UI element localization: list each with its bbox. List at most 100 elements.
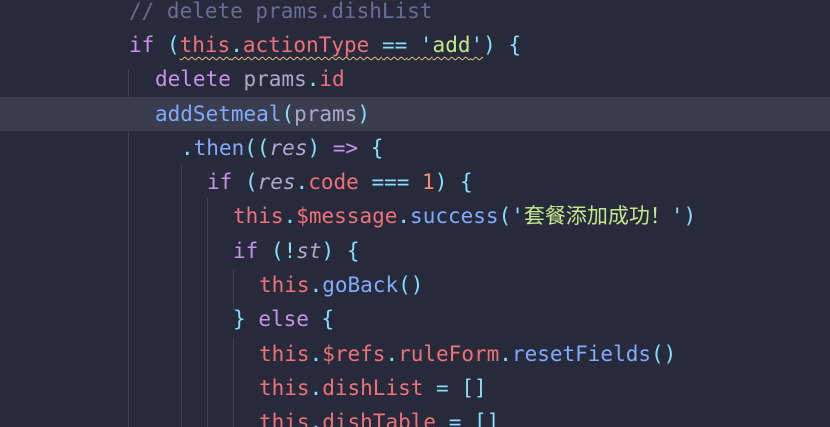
code-token: prams xyxy=(230,67,307,91)
code-token: this xyxy=(233,204,284,228)
code-token: . xyxy=(309,410,323,427)
code-token: this xyxy=(259,376,310,400)
code-line-text: this.dishList = [] xyxy=(259,371,487,405)
code-token: . xyxy=(309,376,323,400)
code-token: ' xyxy=(470,33,484,57)
code-token: success xyxy=(410,204,499,228)
code-line-text: if (this.actionType == 'add') { xyxy=(129,28,521,62)
code-token: add xyxy=(432,33,471,57)
code-token: ( xyxy=(244,170,258,194)
code-token: this xyxy=(179,33,231,57)
code-token: . xyxy=(230,33,243,57)
code-token: res xyxy=(257,170,296,194)
code-token: actionType xyxy=(242,33,370,57)
code-token: // delete prams.dishList xyxy=(129,0,433,23)
code-token: { xyxy=(508,33,522,57)
code-token: (( xyxy=(244,136,270,160)
code-token: delete xyxy=(155,67,231,91)
code-token: ( xyxy=(281,102,295,126)
code-line-text: this.$refs.ruleForm.resetFields() xyxy=(259,337,676,371)
code-token: { xyxy=(321,307,335,331)
code-line[interactable]: if (res.code === 1) { xyxy=(0,165,830,199)
code-token: [] xyxy=(474,410,500,427)
code-token: () xyxy=(398,273,424,297)
code-token: . xyxy=(499,342,512,366)
code-line[interactable]: this.$message.success('套餐添加成功！') xyxy=(0,199,830,233)
code-token: = xyxy=(448,410,462,427)
code-token: ) xyxy=(483,33,496,57)
code-token: this xyxy=(259,273,310,297)
code-token: } xyxy=(233,307,246,331)
code-line[interactable]: } else { xyxy=(0,302,830,336)
code-token: res xyxy=(269,136,308,160)
code-token: ) xyxy=(683,204,697,228)
code-token: . xyxy=(181,136,194,160)
code-token: ) xyxy=(434,170,448,194)
code-token: = xyxy=(436,376,449,400)
code-line-text: // delete prams.dishList xyxy=(129,0,432,28)
code-line[interactable]: this.dishList = [] xyxy=(0,371,830,405)
code-token: else xyxy=(258,307,309,331)
code-token: ( xyxy=(166,33,180,57)
code-token: $refs xyxy=(322,342,386,366)
code-token: == xyxy=(381,33,408,57)
code-line[interactable]: this.$refs.ruleForm.resetFields() xyxy=(0,337,830,371)
code-token: { xyxy=(346,239,360,263)
code-token: if xyxy=(207,170,233,194)
code-editor[interactable]: // delete prams.dishList if (this.actionT… xyxy=(0,0,830,427)
code-line[interactable]: if (!st) { xyxy=(0,234,830,268)
code-line-text: } else { xyxy=(233,302,334,336)
code-token: ( xyxy=(498,204,512,228)
code-line[interactable]: .then((res) => { xyxy=(0,131,830,165)
code-token: . xyxy=(295,170,309,194)
code-token: prams xyxy=(294,102,358,126)
code-token: . xyxy=(309,273,323,297)
code-line-text: this.goBack() xyxy=(259,268,423,302)
code-token: ) xyxy=(321,239,335,263)
code-line[interactable]: if (this.actionType == 'add') { xyxy=(0,28,830,62)
code-line[interactable]: this.goBack() xyxy=(0,268,830,302)
code-line[interactable]: this.dishTable = [] xyxy=(0,405,830,427)
code-line-text: addSetmeal(prams) xyxy=(155,97,370,131)
code-token: === xyxy=(371,170,410,194)
code-token: . xyxy=(385,342,399,366)
code-line-text: if (!st) { xyxy=(233,234,360,268)
code-token: . xyxy=(397,204,411,228)
code-token: then xyxy=(193,136,245,160)
code-line-text: if (res.code === 1) { xyxy=(207,165,473,199)
code-token: resetFields xyxy=(511,342,651,366)
code-token: ' xyxy=(670,204,684,228)
code-token: ' xyxy=(419,33,433,57)
code-token: this xyxy=(259,342,310,366)
code-token: . xyxy=(283,204,297,228)
code-token: ruleForm xyxy=(398,342,500,366)
code-token: () xyxy=(651,342,677,366)
code-token: if xyxy=(129,33,155,57)
code-token: dishList xyxy=(322,376,424,400)
code-token: . xyxy=(306,67,320,91)
code-token: dishTable xyxy=(322,410,437,427)
current-code-line[interactable]: addSetmeal(prams) xyxy=(0,97,830,132)
code-line-text: this.$message.success('套餐添加成功！') xyxy=(233,199,696,233)
code-token: id xyxy=(319,67,345,91)
code-line-text: .then((res) => { xyxy=(181,131,383,165)
code-token: => xyxy=(332,136,359,160)
code-line-text: this.dishTable = [] xyxy=(259,405,499,427)
code-line[interactable]: delete prams.id xyxy=(0,62,830,96)
code-token: ) xyxy=(307,136,321,160)
code-token: $message xyxy=(296,204,398,228)
code-token: 1 xyxy=(422,170,435,194)
code-line[interactable]: // delete prams.dishList xyxy=(0,0,830,28)
